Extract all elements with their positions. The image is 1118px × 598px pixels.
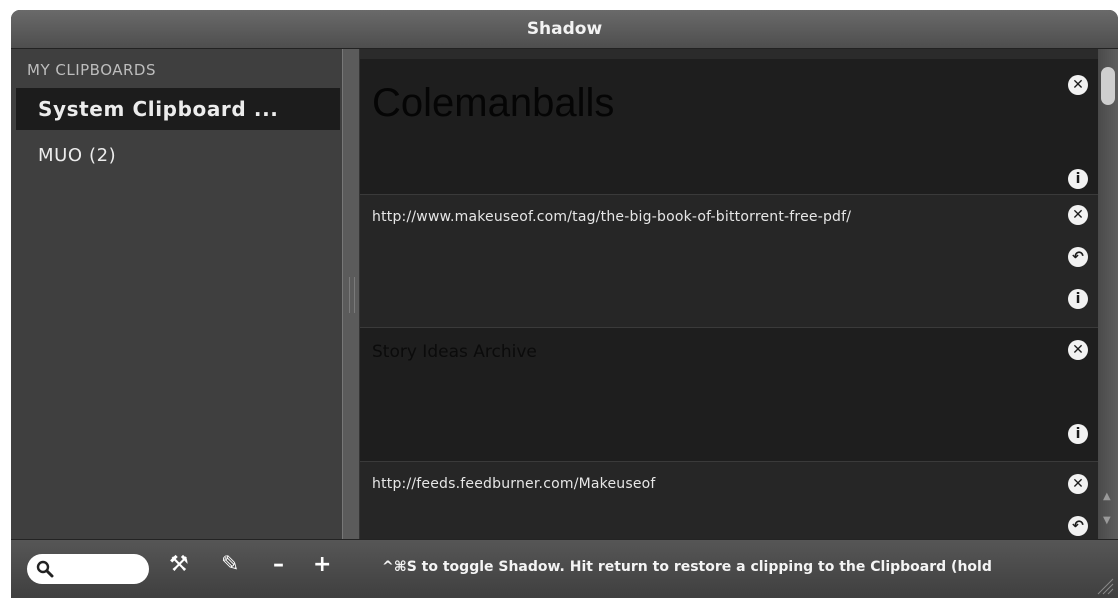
info-icon[interactable]: i <box>1068 289 1088 309</box>
clippings-list: Colemanballs ✕ i http://www.makeuseof.co… <box>360 49 1098 539</box>
sidebar-heading: MY CLIPBOARDS <box>27 61 156 79</box>
vertical-scrollbar[interactable]: ▲ ▼ <box>1098 49 1118 539</box>
bottom-toolbar: ⚒ ✎ – + ^⌘S to toggle Shadow. Hit return… <box>11 539 1118 598</box>
close-icon[interactable]: ✕ <box>1068 474 1088 494</box>
search-icon <box>36 560 54 578</box>
clipping-text: Colemanballs <box>372 81 615 125</box>
clipping-text: http://www.makeuseof.com/tag/the-big-boo… <box>372 209 852 225</box>
sidebar-item-label: System Clipboard ... <box>38 97 279 121</box>
sidebar-item-system-clipboard[interactable]: System Clipboard ... <box>16 88 340 130</box>
splitter-grip[interactable] <box>349 277 355 313</box>
resize-grip-icon[interactable] <box>1096 577 1114 595</box>
clipping-text: http://feeds.feedburner.com/Makeuseof <box>372 476 656 492</box>
close-icon[interactable]: ✕ <box>1068 75 1088 95</box>
info-icon[interactable]: i <box>1068 169 1088 189</box>
pane-splitter[interactable] <box>342 49 360 539</box>
minus-icon[interactable]: – <box>273 552 284 577</box>
sidebar-item-muo[interactable]: MUO (2) <box>16 139 340 173</box>
status-hint: ^⌘S to toggle Shadow. Hit return to rest… <box>382 559 992 575</box>
plus-icon[interactable]: + <box>313 552 331 577</box>
clipping-item[interactable]: Story Ideas Archive ✕ i <box>360 328 1098 462</box>
scroll-down-icon[interactable]: ▼ <box>1103 515 1111 526</box>
close-icon[interactable]: ✕ <box>1068 205 1088 225</box>
pencil-icon[interactable]: ✎ <box>221 552 239 577</box>
clipping-item[interactable]: Colemanballs ✕ i <box>360 59 1098 195</box>
shadow-window: Shadow MY CLIPBOARDS System Clipboard ..… <box>11 10 1118 598</box>
restore-icon[interactable]: ↶ <box>1068 247 1088 267</box>
info-icon[interactable]: i <box>1068 424 1088 444</box>
window-title: Shadow <box>11 10 1118 49</box>
tools-icon[interactable]: ⚒ <box>169 552 189 577</box>
clipping-text: Story Ideas Archive <box>372 342 537 362</box>
scroll-thumb[interactable] <box>1101 67 1115 105</box>
close-icon[interactable]: ✕ <box>1068 340 1088 360</box>
clipping-item[interactable]: http://feeds.feedburner.com/Makeuseof ✕ … <box>360 462 1098 539</box>
sidebar-item-label: MUO (2) <box>38 145 117 166</box>
restore-icon[interactable]: ↶ <box>1068 516 1088 536</box>
clipping-item[interactable]: http://www.makeuseof.com/tag/the-big-boo… <box>360 195 1098 328</box>
sidebar: MY CLIPBOARDS System Clipboard ... MUO (… <box>11 49 342 539</box>
search-field[interactable] <box>27 554 149 584</box>
scroll-up-icon[interactable]: ▲ <box>1103 491 1111 502</box>
